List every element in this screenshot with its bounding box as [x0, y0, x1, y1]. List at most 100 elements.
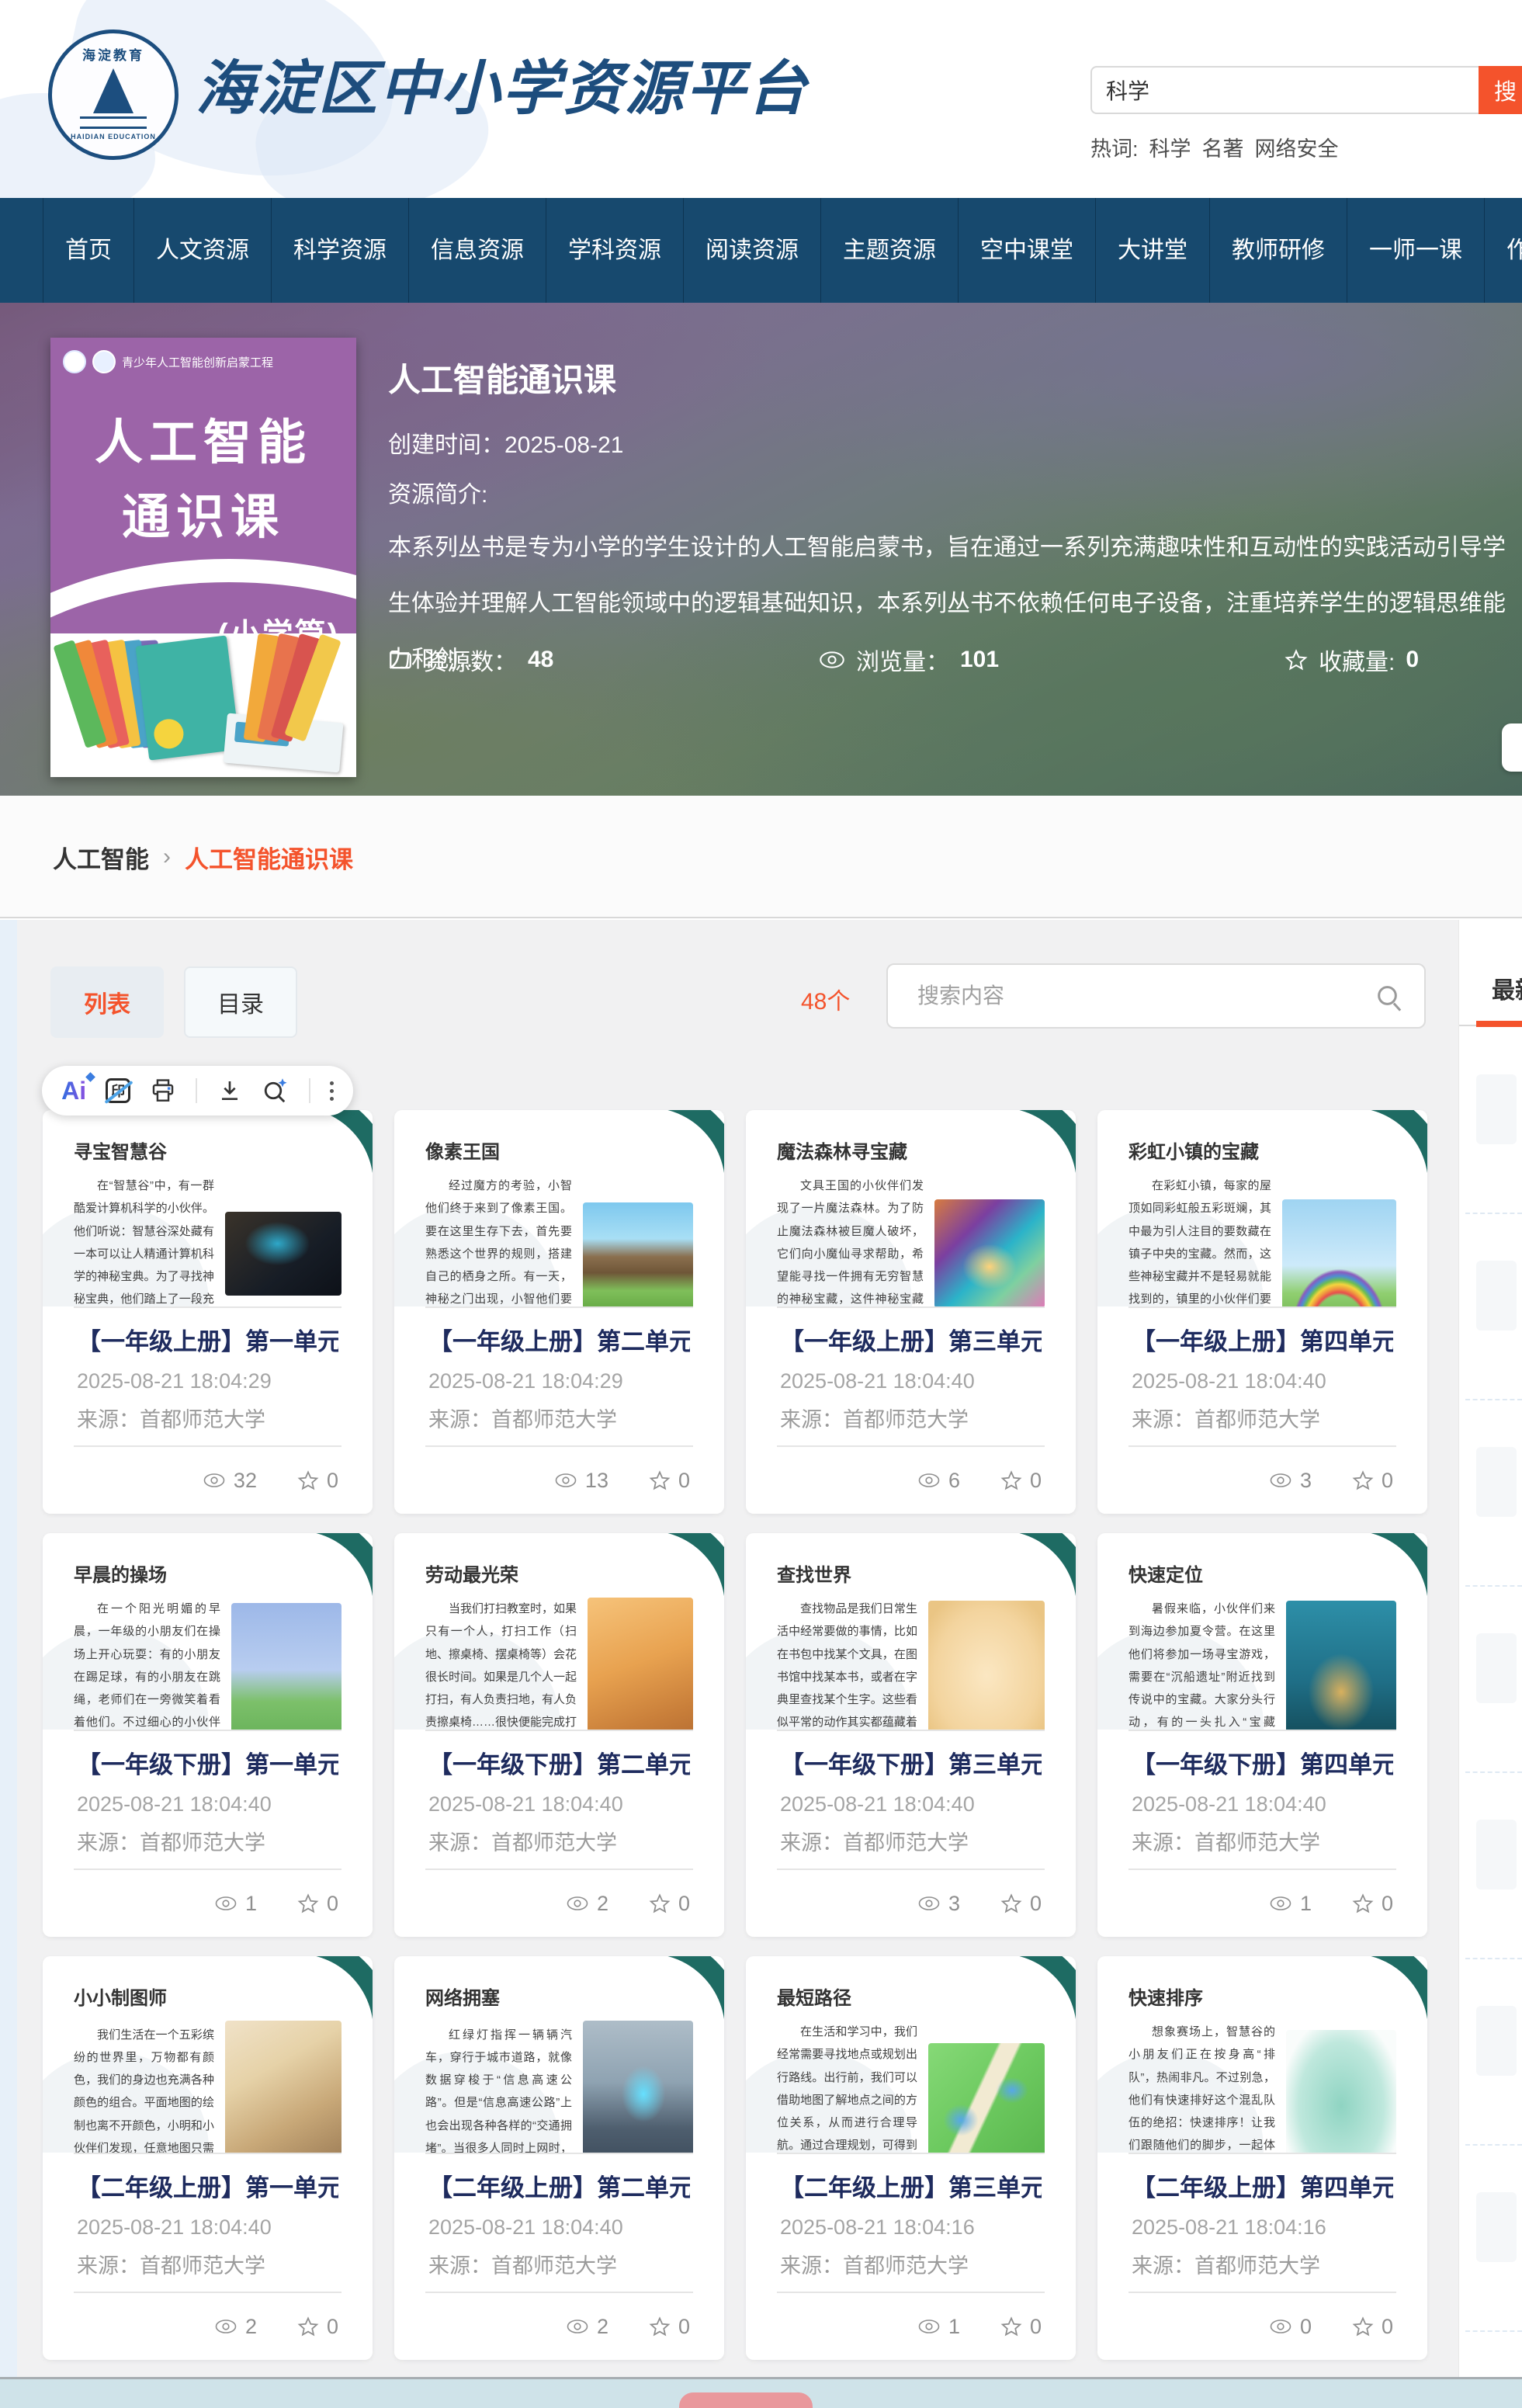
card-title[interactable]: 【一年级下册】第四单元 战… [1132, 1745, 1393, 1780]
card-date: 2025-08-21 18:04:40 [1132, 1369, 1393, 1393]
sidebar-latest-item[interactable] [1465, 1214, 1522, 1400]
view-count: 3 [1269, 1469, 1312, 1493]
hotword-link-2[interactable]: 网络安全 [1255, 137, 1339, 161]
resource-card-11[interactable]: 最短路径 在生活和学习中，我们经常需要寻找地点或规划出行路线。出行前，我们可以借… [746, 1956, 1076, 2360]
tab-list[interactable]: 列表 [50, 966, 164, 1038]
resource-card-3[interactable]: 魔法森林寻宝藏 文具王国的小伙伴们发现了一片魔法森林。为了防止魔法森林被巨魔人破… [746, 1110, 1076, 1514]
nav-item-7[interactable]: 空中课堂 [958, 198, 1095, 303]
download-icon[interactable] [217, 1078, 242, 1103]
resource-card-10[interactable]: 网络拥塞 红绿灯指挥一辆辆汽车，穿行于城市道路，就像数据穿梭于“信息高速公路”。… [394, 1956, 724, 2360]
sidebar-latest-item[interactable] [1465, 1587, 1522, 1773]
resource-card-7[interactable]: 查找世界 查找物品是我们日常生活中经常要做的事情，比如在书包中找某个文具，在图书… [746, 1533, 1076, 1937]
nav-item-11[interactable]: 作业 [1484, 198, 1522, 303]
edge-collapsed-button[interactable] [1502, 723, 1522, 772]
content-search-input[interactable] [886, 963, 1426, 1029]
favorite-count[interactable]: 0 [1352, 1469, 1393, 1493]
card-preview: 快速排序 想象赛场上，智慧谷的小朋友们正在按身高“排队”，热闹非凡。不过别急，他… [1097, 1956, 1427, 2153]
nav-item-1[interactable]: 人文资源 [133, 198, 271, 303]
favorite-count[interactable]: 0 [1000, 1892, 1042, 1916]
resource-card-12[interactable]: 快速排序 想象赛场上，智慧谷的小朋友们正在按身高“排队”，热闹非凡。不过别急，他… [1097, 1956, 1427, 2360]
stat-favorite-count[interactable]: 收藏量:0 [1285, 643, 1419, 677]
nav-item-0[interactable]: 首页 [43, 198, 133, 303]
hotword-link-0[interactable]: 科学 [1149, 137, 1191, 161]
card-preview: 小小制图师 我们生活在一个五彩缤纷的世界里，万物都有颜色，我们的身边也充满各种颜… [43, 1956, 373, 2153]
card-title[interactable]: 【一年级下册】第一单元 我… [77, 1745, 338, 1780]
site-header: 海淀教育 HAIDIAN EDUCATION 海淀区中小学资源平台 搜 热词:科… [0, 0, 1522, 198]
breadcrumb-parent[interactable]: 人工智能 [53, 840, 149, 875]
favorite-count[interactable]: 0 [1000, 2315, 1042, 2339]
card-divider [1128, 1306, 1396, 1308]
nav-item-9[interactable]: 教师研修 [1209, 198, 1347, 303]
card-title[interactable]: 【一年级下册】第二单元 争… [428, 1745, 690, 1780]
card-title[interactable]: 【一年级上册】第三单元 魔… [780, 1322, 1042, 1357]
seal-wave-glyph [80, 116, 147, 129]
card-title[interactable]: 【一年级上册】第四单元 压… [1132, 1322, 1393, 1357]
resource-card-4[interactable]: 彩虹小镇的宝藏 在彩虹小镇，每家的屋顶如同彩虹般五彩斑斓，其中最为引人注目的要数… [1097, 1110, 1427, 1514]
preview-text: 查找物品是我们日常生活中经常要做的事情，比如在书包中找某个文具，在图书馆中找某本… [777, 1598, 917, 1730]
nav-item-8[interactable]: 大讲堂 [1095, 198, 1209, 303]
sidebar-latest-item[interactable] [1465, 1400, 1522, 1587]
card-title[interactable]: 【二年级上册】第二单元 合… [428, 2168, 690, 2203]
favorite-count[interactable]: 0 [297, 1469, 338, 1493]
card-title[interactable]: 【一年级上册】第二单元 像… [428, 1322, 690, 1357]
sidebar-tab-latest[interactable]: 最新 [1492, 971, 1522, 1005]
nav-item-4[interactable]: 学科资源 [546, 198, 683, 303]
no-translate-icon[interactable]: 印 [106, 1078, 130, 1103]
card-title[interactable]: 【二年级上册】第三单元 寻… [780, 2168, 1042, 2203]
favorite-count[interactable]: 0 [297, 2315, 338, 2339]
card-date: 2025-08-21 18:04:40 [428, 2215, 690, 2240]
preview-title: 像素王国 [425, 1136, 693, 1164]
more-menu-icon[interactable] [330, 1081, 334, 1101]
nav-item-5[interactable]: 阅读资源 [683, 198, 820, 303]
resource-card-2[interactable]: 像素王国 经过魔方的考验，小智他们终于来到了像素王国。要在这里生存下去，首先要熟… [394, 1110, 724, 1514]
eye-icon [1269, 1896, 1292, 1911]
left-edge-strip [0, 920, 17, 2377]
preview-text: 红绿灯指挥一辆辆汽车，穿行于城市道路，就像数据穿梭于“信息高速公路”。但是“信息… [425, 2024, 572, 2153]
footer-peek-button[interactable] [679, 2392, 813, 2408]
site-logo-seal: 海淀教育 HAIDIAN EDUCATION [48, 29, 179, 160]
hotword-link-1[interactable]: 名著 [1202, 137, 1244, 161]
card-title[interactable]: 【二年级上册】第一单元 制… [77, 2168, 338, 2203]
sidebar-latest-item[interactable] [1465, 2146, 1522, 2332]
favorite-count[interactable]: 0 [649, 2315, 690, 2339]
header-search-input[interactable] [1090, 66, 1479, 114]
resource-card-1[interactable]: 寻宝智慧谷 在“智慧谷”中，有一群酷爱计算机科学的小伙伴。他们听说：智慧谷深处藏… [43, 1110, 373, 1514]
favorite-count[interactable]: 0 [1000, 1469, 1042, 1493]
sidebar-latest-item[interactable] [1465, 1773, 1522, 1959]
favorite-count[interactable]: 0 [1352, 2315, 1393, 2339]
star-icon [1352, 1893, 1374, 1914]
course-cover-image[interactable]: 青少年人工智能创新启蒙工程 人工智能 通识课 (小学篇) [50, 338, 356, 777]
header-search-button[interactable]: 搜 [1479, 66, 1522, 114]
card-title[interactable]: 【一年级上册】第一单元 寻… [77, 1322, 338, 1357]
resource-card-6[interactable]: 劳动最光荣 当我们打扫教室时，如果只有一个人，打扫工作（扫地、擦桌椅、摆桌椅等）… [394, 1533, 724, 1937]
latest-sidebar: 最新 [1458, 920, 1522, 2377]
sidebar-latest-item[interactable] [1465, 1028, 1522, 1214]
sidebar-latest-item[interactable] [1465, 1959, 1522, 2146]
nav-item-10[interactable]: 一师一课 [1347, 198, 1484, 303]
cover-header: 青少年人工智能创新启蒙工程 [63, 350, 273, 373]
eye-icon [917, 2319, 941, 2334]
ai-search-icon[interactable] [262, 1077, 289, 1105]
nav-item-2[interactable]: 科学资源 [271, 198, 408, 303]
card-footer: 2 0 [394, 2293, 724, 2360]
favorite-count[interactable]: 0 [1352, 1892, 1393, 1916]
ai-assistant-icon[interactable]: Ai [61, 1078, 86, 1103]
preview-title: 最短路径 [777, 1983, 1045, 2010]
resource-card-5[interactable]: 早晨的操场 在一个阳光明媚的早晨，一年级的小朋友们在操场上开心玩耍：有的小朋友在… [43, 1533, 373, 1937]
tab-catalog[interactable]: 目录 [184, 966, 297, 1038]
card-title[interactable]: 【一年级下册】第三单元 搜… [780, 1745, 1042, 1780]
preview-text: 在彩虹小镇，每家的屋顶如同彩虹般五彩斑斓，其中最为引人注目的要数藏在镇子中央的宝… [1128, 1175, 1271, 1306]
card-title[interactable]: 【二年级上册】第四单元 熟… [1132, 2168, 1393, 2203]
nav-item-6[interactable]: 主题资源 [820, 198, 958, 303]
resource-card-9[interactable]: 小小制图师 我们生活在一个五彩缤纷的世界里，万物都有颜色，我们的身边也充满各种颜… [43, 1956, 373, 2360]
card-date: 2025-08-21 18:04:40 [428, 1792, 690, 1816]
search-icon[interactable] [1374, 982, 1405, 1013]
favorite-count[interactable]: 0 [649, 1892, 690, 1916]
print-icon[interactable] [150, 1077, 176, 1104]
nav-item-3[interactable]: 信息资源 [408, 198, 546, 303]
favorite-count[interactable]: 0 [649, 1469, 690, 1493]
card-footer: 2 0 [43, 2293, 373, 2360]
favorite-count[interactable]: 0 [297, 1892, 338, 1916]
resource-card-8[interactable]: 快速定位 暑假来临，小伙伴们来到海边参加夏令营。在这里他们将参加一场寻宝游戏，需… [1097, 1533, 1427, 1937]
card-preview: 寻宝智慧谷 在“智慧谷”中，有一群酷爱计算机科学的小伙伴。他们听说：智慧谷深处藏… [43, 1110, 373, 1306]
